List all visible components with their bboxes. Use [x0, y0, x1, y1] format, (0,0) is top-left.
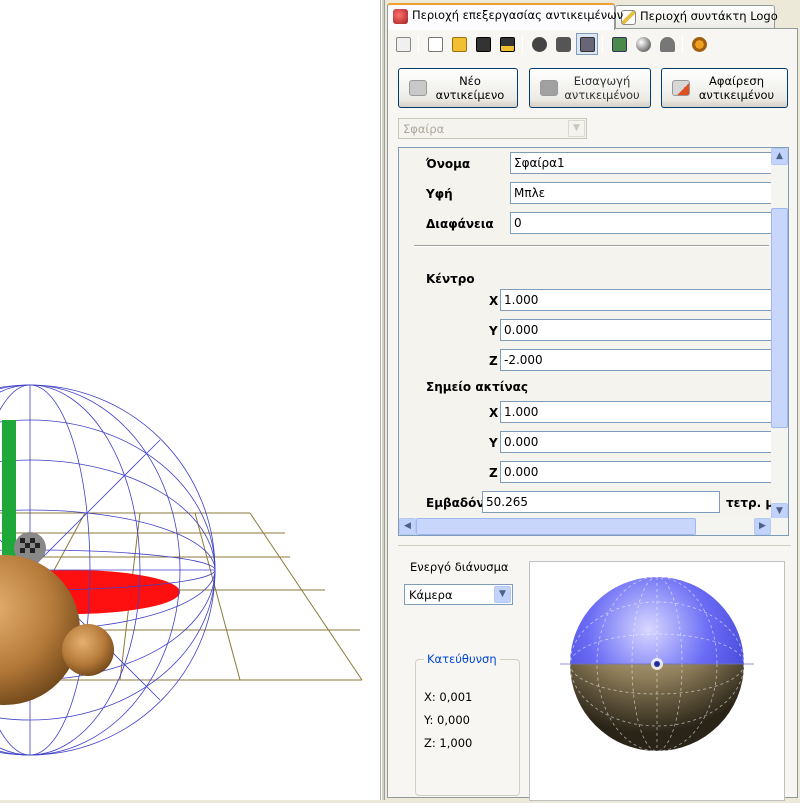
camera-view-icon[interactable]: [552, 33, 574, 55]
radius-y-label: Y: [489, 436, 498, 450]
new-object-button[interactable]: Νέο αντικείμενο: [398, 68, 518, 108]
erase-icon[interactable]: [392, 33, 414, 55]
radius-y-field[interactable]: 0.000: [500, 431, 772, 453]
radius-x-field[interactable]: 1.000: [500, 401, 772, 423]
scroll-up-icon[interactable]: ▲: [771, 148, 788, 165]
tab-label: Περιοχή συντάκτη Logo: [640, 9, 778, 23]
texture-label: Υφή: [426, 187, 453, 201]
properties-hscrollbar[interactable]: ◀ ▶: [399, 518, 788, 535]
transparency-field[interactable]: 0: [510, 212, 772, 234]
active-vector-value: Κάμερα: [409, 588, 453, 602]
object-type-select[interactable]: Σφαίρα ▼: [398, 118, 587, 139]
area-label: Εμβαδόν: [426, 496, 485, 510]
direction-group: Κατεύθυνση X: 0,001 Y: 0,000 Z: 1,000: [415, 652, 520, 796]
center-y-field[interactable]: 0.000: [500, 319, 772, 341]
area-field: 50.265: [482, 491, 720, 513]
move-icon[interactable]: [528, 33, 550, 55]
scroll-left-icon[interactable]: ◀: [399, 518, 416, 535]
scene-render: [0, 384, 363, 756]
open-folder-icon[interactable]: [448, 33, 470, 55]
chevron-down-icon: ▼: [568, 120, 585, 137]
center-z-field[interactable]: -2.000: [500, 349, 772, 371]
scroll-thumb[interactable]: [416, 518, 696, 535]
insert-object-label: Εισαγωγή αντικειμένου: [564, 74, 640, 102]
logo-editor-icon: [621, 10, 636, 25]
direction-y: Y: 0,000: [424, 713, 470, 727]
name-label: Όνομα: [426, 157, 471, 171]
scroll-right-icon[interactable]: ▶: [754, 518, 771, 535]
side-panel: Περιοχή επεξεργασίας αντικειμένων Περιοχ…: [385, 0, 800, 801]
texture-field[interactable]: Μπλε: [510, 182, 772, 204]
insert-cube-icon: [540, 80, 558, 96]
remove-object-button[interactable]: Αφαίρεση αντικειμένου: [661, 68, 788, 108]
center-x-field[interactable]: 1.000: [500, 289, 772, 311]
radius-point-label: Σημείο ακτίνας: [426, 380, 528, 394]
toolbar: [392, 32, 792, 56]
radius-x-label: X: [489, 406, 499, 420]
chevron-down-icon: ▼: [494, 586, 511, 603]
tab-object-editing[interactable]: Περιοχή επεξεργασίας αντικειμένων: [387, 3, 623, 30]
tab-label: Περιοχή επεξεργασίας αντικειμένων: [412, 8, 624, 22]
radius-z-field[interactable]: 0.000: [500, 461, 772, 483]
direction-x: X: 0,001: [424, 690, 473, 704]
settings-icon[interactable]: [688, 33, 710, 55]
remove-cube-icon: [672, 80, 690, 96]
center-z-label: Z: [489, 354, 498, 368]
insert-object-button[interactable]: Εισαγωγή αντικειμένου: [529, 68, 651, 108]
divider: [414, 245, 769, 247]
direction-z: Z: 1,000: [424, 736, 473, 750]
transparency-label: Διαφάνεια: [426, 217, 494, 231]
center-y-label: Y: [489, 324, 498, 338]
center-x-label: X: [489, 294, 499, 308]
cube-icon: [409, 80, 427, 96]
shading-icon[interactable]: [632, 33, 654, 55]
wooden-sphere-small: [62, 624, 114, 676]
active-vector-select[interactable]: Κάμερα ▼: [404, 584, 513, 605]
tab-logo-editor[interactable]: Περιοχή συντάκτη Logo: [615, 5, 778, 29]
view-mode-icon[interactable]: [576, 33, 598, 55]
active-vector-label: Ενεργό διάνυσμα: [410, 560, 509, 574]
radius-z-label: Z: [489, 466, 498, 480]
remove-object-label: Αφαίρεση αντικειμένου: [698, 74, 775, 102]
export-icon[interactable]: [608, 33, 630, 55]
new-object-label: Νέο αντικείμενο: [435, 74, 505, 102]
object-editing-panel: Νέο αντικείμενο Εισαγωγή αντικειμένου Αφ…: [387, 28, 798, 801]
direction-sphere-widget[interactable]: [529, 561, 785, 801]
new-file-icon[interactable]: [424, 33, 446, 55]
3d-viewport[interactable]: [0, 0, 381, 800]
render-icon[interactable]: [656, 33, 678, 55]
green-pole: [2, 420, 16, 570]
center-label: Κέντρο: [426, 272, 475, 286]
objects-icon: [393, 9, 408, 24]
object-type-value: Σφαίρα: [403, 122, 445, 136]
scroll-thumb[interactable]: [771, 208, 788, 428]
properties-grid: Όνομα Σφαίρα1 Υφή Μπλε Διαφάνεια 0 Κέντρ…: [398, 147, 789, 536]
properties-vscrollbar[interactable]: ▲ ▼: [771, 148, 788, 520]
name-field[interactable]: Σφαίρα1: [510, 152, 772, 174]
area-unit: τετρ. μ: [726, 496, 775, 510]
direction-sphere: [560, 576, 754, 752]
direction-group-label: Κατεύθυνση: [424, 652, 500, 666]
save-as-icon[interactable]: [496, 33, 518, 55]
save-icon[interactable]: [472, 33, 494, 55]
